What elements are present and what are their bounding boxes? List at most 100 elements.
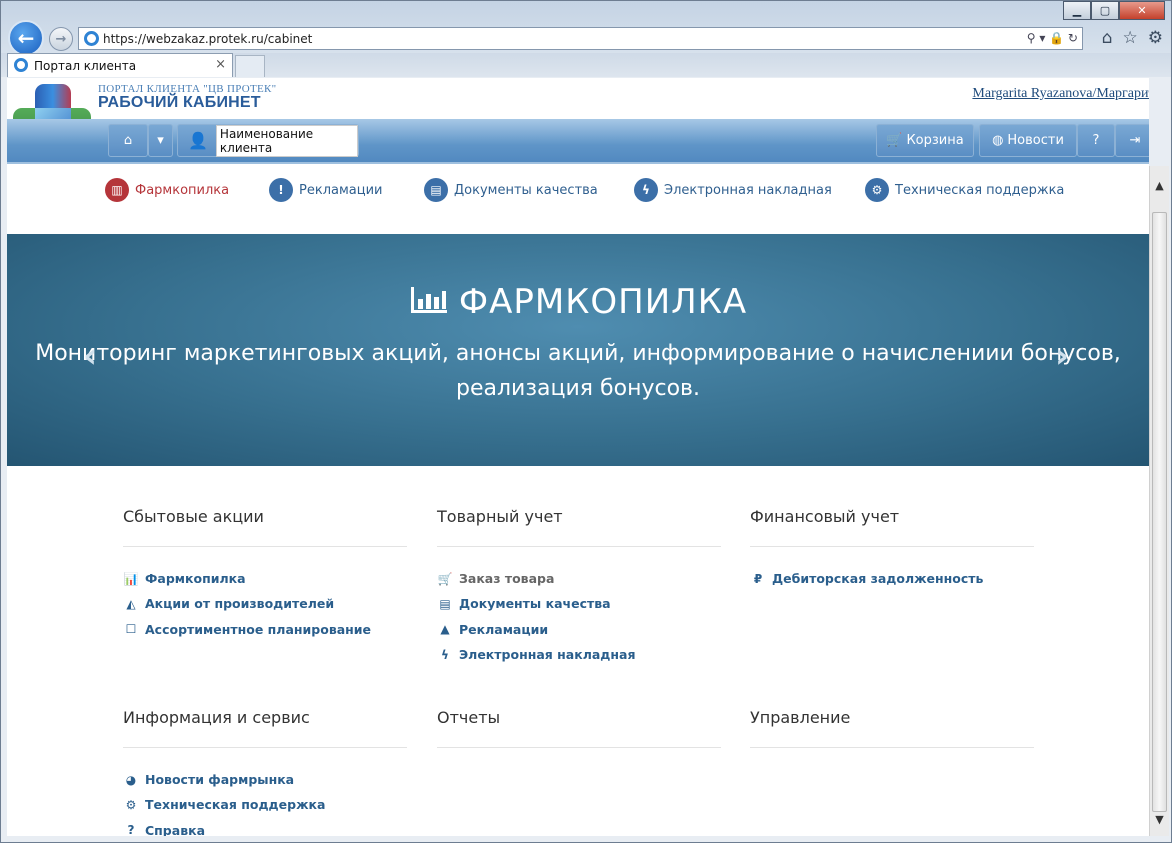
ruble-icon: ₽	[753, 571, 763, 586]
link-electronic-invoice[interactable]: ϟ Электронная накладная	[437, 642, 721, 667]
link-help[interactable]: ? Справка	[123, 818, 407, 836]
cabinet-title: РАБОЧИЙ КАБИНЕТ	[98, 94, 261, 111]
banner-description: Мониторинг маркетинговых акций, анонсы а…	[27, 336, 1129, 406]
dropdown-button[interactable]: ▾	[148, 124, 173, 157]
bolt-icon: ϟ	[634, 178, 658, 202]
menu-item-label: Электронная накладная	[664, 182, 832, 198]
scroll-thumb[interactable]	[1152, 212, 1167, 812]
gear-icon[interactable]: ⚙	[1148, 28, 1163, 48]
link-label: Техническая поддержка	[145, 797, 326, 813]
minimize-icon[interactable]: ▁	[1063, 1, 1091, 20]
logout-button[interactable]: ⇥	[1115, 124, 1149, 157]
warning-icon: ▲	[440, 622, 450, 637]
home-button[interactable]: ⌂	[108, 124, 148, 157]
tab-portal[interactable]: Портал клиента ×	[7, 53, 233, 77]
link-label: Акции от производителей	[145, 596, 335, 612]
bar-chart-icon: 📊	[123, 571, 139, 586]
link-reklamacii[interactable]: ▲ Рекламации	[437, 617, 721, 642]
document-icon: ▤	[439, 596, 451, 611]
section-title: Информация и сервис	[123, 708, 407, 748]
tab-bar: Портал клиента ×	[1, 53, 1171, 77]
cart-label: Корзина	[906, 133, 964, 148]
user-icon: 👤	[188, 131, 208, 150]
cart-icon: 🛒	[886, 133, 903, 148]
help-button[interactable]: ?	[1077, 124, 1115, 157]
vertical-scrollbar[interactable]: ▲ ▼	[1149, 166, 1169, 836]
section-reports: Отчеты	[437, 708, 721, 748]
link-receivables[interactable]: ₽ Дебиторская задолженность	[750, 566, 1034, 591]
top-toolbar: ⌂ ▾ 👤 Наименование клиента 🛒 Корзина ◍ Н…	[7, 119, 1149, 164]
logout-icon: ⇥	[1129, 133, 1141, 148]
banner-description-line2: реализация бонусов.	[456, 376, 700, 401]
globe-icon: ◕	[125, 772, 137, 787]
section-management: Управление	[750, 708, 1034, 748]
menu-item-label: Техническая поддержка	[895, 182, 1065, 198]
section-title: Товарный учет	[437, 507, 721, 547]
cart-button[interactable]: 🛒 Корзина	[876, 124, 974, 157]
address-bar[interactable]: https://webzakaz.protek.ru/cabinet ⚲ ▾ 🔒…	[78, 27, 1083, 50]
banner-carousel: ФАРМКОПИЛКА Мониторинг маркетинговых акц…	[7, 234, 1149, 611]
page-viewport: ПОРТАЛ КЛИЕНТА "ЦВ ПРОТЕК" РАБОЧИЙ КАБИН…	[7, 78, 1149, 836]
link-label: Дебиторская задолженность	[772, 571, 984, 587]
maximize-icon[interactable]: ▢	[1091, 1, 1119, 20]
news-label: Новости	[1007, 133, 1064, 148]
section-links: ₽ Дебиторская задолженность	[750, 547, 1034, 591]
menu-item-label: Фармкопилка	[135, 182, 230, 198]
star-icon[interactable]: ☆	[1123, 28, 1138, 48]
ie-logo-icon	[84, 31, 99, 46]
area-chart-icon: ◭	[126, 596, 136, 611]
section-info: Информация и сервис ◕ Новости фармрынка ⚙…	[123, 708, 407, 836]
browser-toolbar: ▁ ▢ ✕ ← → https://webzakaz.protek.ru/cab…	[1, 1, 1171, 56]
cart-icon: 🛒	[437, 571, 453, 586]
link-label: Электронная накладная	[459, 647, 636, 663]
menu-item-documents[interactable]: ▤ Документы качества	[424, 178, 598, 202]
link-quality-docs[interactable]: ▤ Документы качества	[437, 591, 721, 616]
window-controls: ▁ ▢ ✕	[1063, 1, 1165, 20]
checkbox-icon: ☐	[125, 622, 137, 637]
tab-title: Портал клиента	[34, 58, 137, 73]
section-goods: Товарный учет 🛒 Заказ товара ▤ Документы к…	[437, 507, 721, 667]
section-finance: Финансовый учет ₽ Дебиторская задолженнос…	[750, 507, 1034, 591]
link-label: Новости фармрынка	[145, 772, 295, 788]
banner-description-line1: Мониторинг маркетинговых акций, анонсы а…	[35, 341, 1121, 366]
news-button[interactable]: ◍ Новости	[979, 124, 1077, 157]
link-tech-support[interactable]: ⚙ Техническая поддержка	[123, 792, 407, 817]
url-text: https://webzakaz.protek.ru/cabinet	[103, 31, 313, 46]
section-sales: Сбытовые акции 📊 Фармкопилка ◭ Акции от пр…	[123, 507, 407, 642]
carousel-prev-icon[interactable]: ‹	[83, 336, 97, 376]
menu-item-reklamacii[interactable]: ! Рекламации	[269, 178, 382, 202]
menu-item-farmkopilka[interactable]: ▥ Фармкопилка	[105, 178, 229, 202]
bar-chart-icon: ▥	[105, 178, 129, 202]
link-assortment-planning[interactable]: ☐ Ассортиментное планирование	[123, 617, 407, 642]
search-refresh-icons[interactable]: ⚲ ▾ 🔒 ↻	[1027, 31, 1078, 45]
link-order-goods[interactable]: 🛒 Заказ товара	[437, 566, 721, 591]
user-link[interactable]: Margarita Ryazanova/Маргарита	[972, 86, 1149, 102]
banner-title: ФАРМКОПИЛКА	[7, 282, 1149, 322]
menu-item-label: Документы качества	[454, 182, 598, 198]
banner-title-text: ФАРМКОПИЛКА	[458, 282, 748, 322]
client-selector[interactable]: 👤 Наименование клиента	[177, 124, 359, 157]
link-label: Заказ товара	[459, 571, 555, 587]
link-farmkopilka[interactable]: 📊 Фармкопилка	[123, 566, 407, 591]
home-icon[interactable]: ⌂	[1102, 28, 1113, 48]
forward-button[interactable]: →	[49, 27, 73, 51]
document-icon: ▤	[424, 178, 448, 202]
back-button[interactable]: ←	[8, 20, 44, 56]
bolt-icon: ϟ	[441, 647, 449, 662]
scroll-down-icon[interactable]: ▼	[1150, 810, 1169, 828]
question-icon: ?	[127, 823, 135, 836]
scroll-up-icon[interactable]: ▲	[1150, 176, 1169, 194]
caret-down-icon: ▾	[157, 133, 164, 148]
close-icon[interactable]: ✕	[1119, 1, 1165, 20]
carousel-next-icon[interactable]: ›	[1055, 336, 1069, 376]
link-manufacturer-promos[interactable]: ◭ Акции от производителей	[123, 591, 407, 616]
tab-close-icon[interactable]: ×	[215, 57, 226, 72]
menu-item-support[interactable]: ⚙ Техническая поддержка	[865, 178, 1064, 202]
menu-item-invoice[interactable]: ϟ Электронная накладная	[634, 178, 832, 202]
new-tab-button[interactable]	[235, 55, 265, 77]
link-pharma-news[interactable]: ◕ Новости фармрынка	[123, 767, 407, 792]
link-label: Рекламации	[459, 621, 549, 637]
section-title: Финансовый учет	[750, 507, 1034, 547]
section-title: Сбытовые акции	[123, 507, 407, 547]
cogs-icon: ⚙	[865, 178, 889, 202]
